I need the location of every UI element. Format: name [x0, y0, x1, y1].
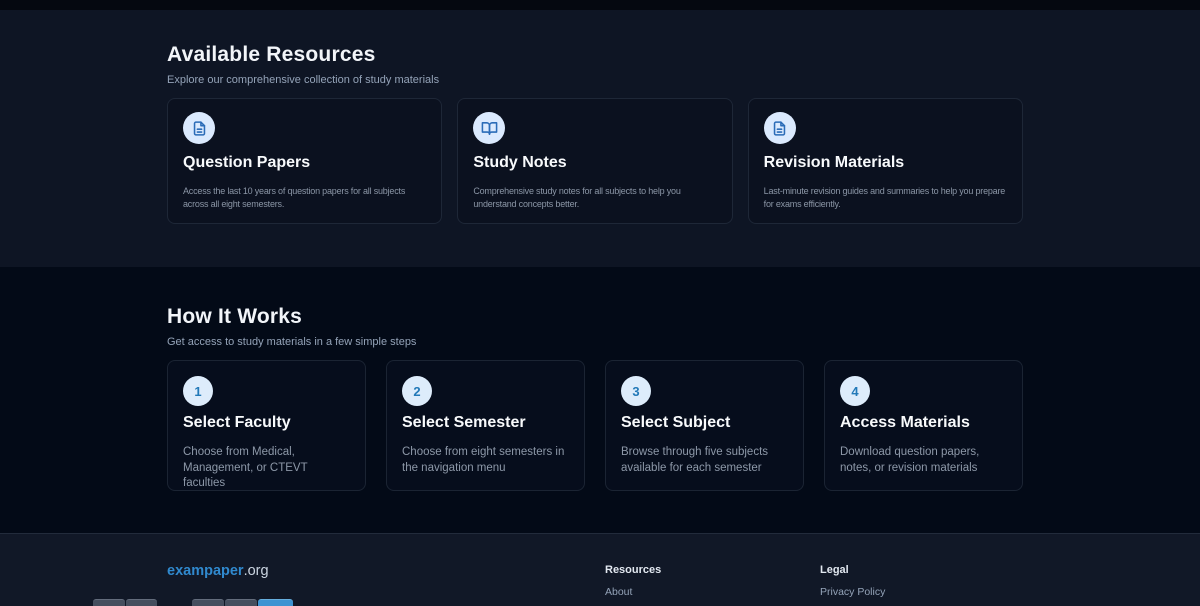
step-number-badge: 3: [621, 376, 651, 406]
step-card-select-subject: 3 Select Subject Browse through five sub…: [605, 360, 804, 491]
footer-link-privacy-policy[interactable]: Privacy Policy: [820, 586, 885, 598]
step-number-badge: 1: [183, 376, 213, 406]
resource-card-description: Comprehensive study notes for all subjec…: [473, 185, 716, 211]
available-resources-section: Available Resources Explore our comprehe…: [0, 10, 1200, 267]
resource-card-question-papers: Question Papers Access the last 10 years…: [167, 98, 442, 224]
how-it-works-section: How It Works Get access to study materia…: [0, 267, 1200, 533]
resource-card-study-notes: Study Notes Comprehensive study notes fo…: [457, 98, 732, 224]
section-subtitle-available-resources: Explore our comprehensive collection of …: [167, 74, 1023, 86]
step-card-select-faculty: 1 Select Faculty Choose from Medical, Ma…: [167, 360, 366, 491]
cutoff-button-2[interactable]: [126, 599, 157, 606]
brand-tld: .org: [244, 563, 269, 579]
step-description: Choose from eight semesters in the navig…: [402, 445, 569, 476]
step-title: Access Materials: [840, 414, 1007, 432]
file-text-icon: [764, 112, 796, 144]
step-title: Select Faculty: [183, 414, 350, 432]
cutoff-button-4[interactable]: [225, 599, 257, 606]
resource-card-title: Revision Materials: [764, 154, 1007, 172]
book-open-icon: [473, 112, 505, 144]
step-description: Choose from Medical, Management, or CTEV…: [183, 445, 350, 492]
page-footer: exampaper.org Resources About Legal Priv…: [0, 533, 1200, 606]
step-card-access-materials: 4 Access Materials Download question pap…: [824, 360, 1023, 491]
section-title-how-it-works: How It Works: [167, 305, 1023, 329]
resource-cards-row: Question Papers Access the last 10 years…: [167, 98, 1023, 224]
step-title: Select Subject: [621, 414, 788, 432]
steps-row: 1 Select Faculty Choose from Medical, Ma…: [167, 360, 1023, 491]
step-number-badge: 2: [402, 376, 432, 406]
footer-brand-logo[interactable]: exampaper.org: [167, 563, 605, 579]
cutoff-button-active[interactable]: [258, 599, 293, 606]
resource-card-description: Access the last 10 years of question pap…: [183, 185, 426, 211]
footer-heading-resources: Resources: [605, 564, 820, 576]
resource-card-title: Question Papers: [183, 154, 426, 172]
footer-column-legal: Legal Privacy Policy: [820, 563, 885, 598]
cutoff-button-3[interactable]: [192, 599, 224, 606]
step-number-badge: 4: [840, 376, 870, 406]
footer-link-about[interactable]: About: [605, 586, 820, 598]
cutoff-button-1[interactable]: [93, 599, 125, 606]
file-text-icon: [183, 112, 215, 144]
footer-column-resources: Resources About: [605, 563, 820, 598]
section-title-available-resources: Available Resources: [167, 43, 1023, 67]
step-title: Select Semester: [402, 414, 569, 432]
brand-name: exampaper: [167, 563, 244, 579]
footer-heading-legal: Legal: [820, 564, 885, 576]
step-description: Browse through five subjects available f…: [621, 445, 788, 476]
top-dark-strip: [0, 0, 1200, 10]
section-subtitle-how-it-works: Get access to study materials in a few s…: [167, 336, 1023, 348]
step-card-select-semester: 2 Select Semester Choose from eight seme…: [386, 360, 585, 491]
resource-card-revision-materials: Revision Materials Last-minute revision …: [748, 98, 1023, 224]
step-description: Download question papers, notes, or revi…: [840, 445, 1007, 476]
resource-card-title: Study Notes: [473, 154, 716, 172]
resource-card-description: Last-minute revision guides and summarie…: [764, 185, 1007, 211]
